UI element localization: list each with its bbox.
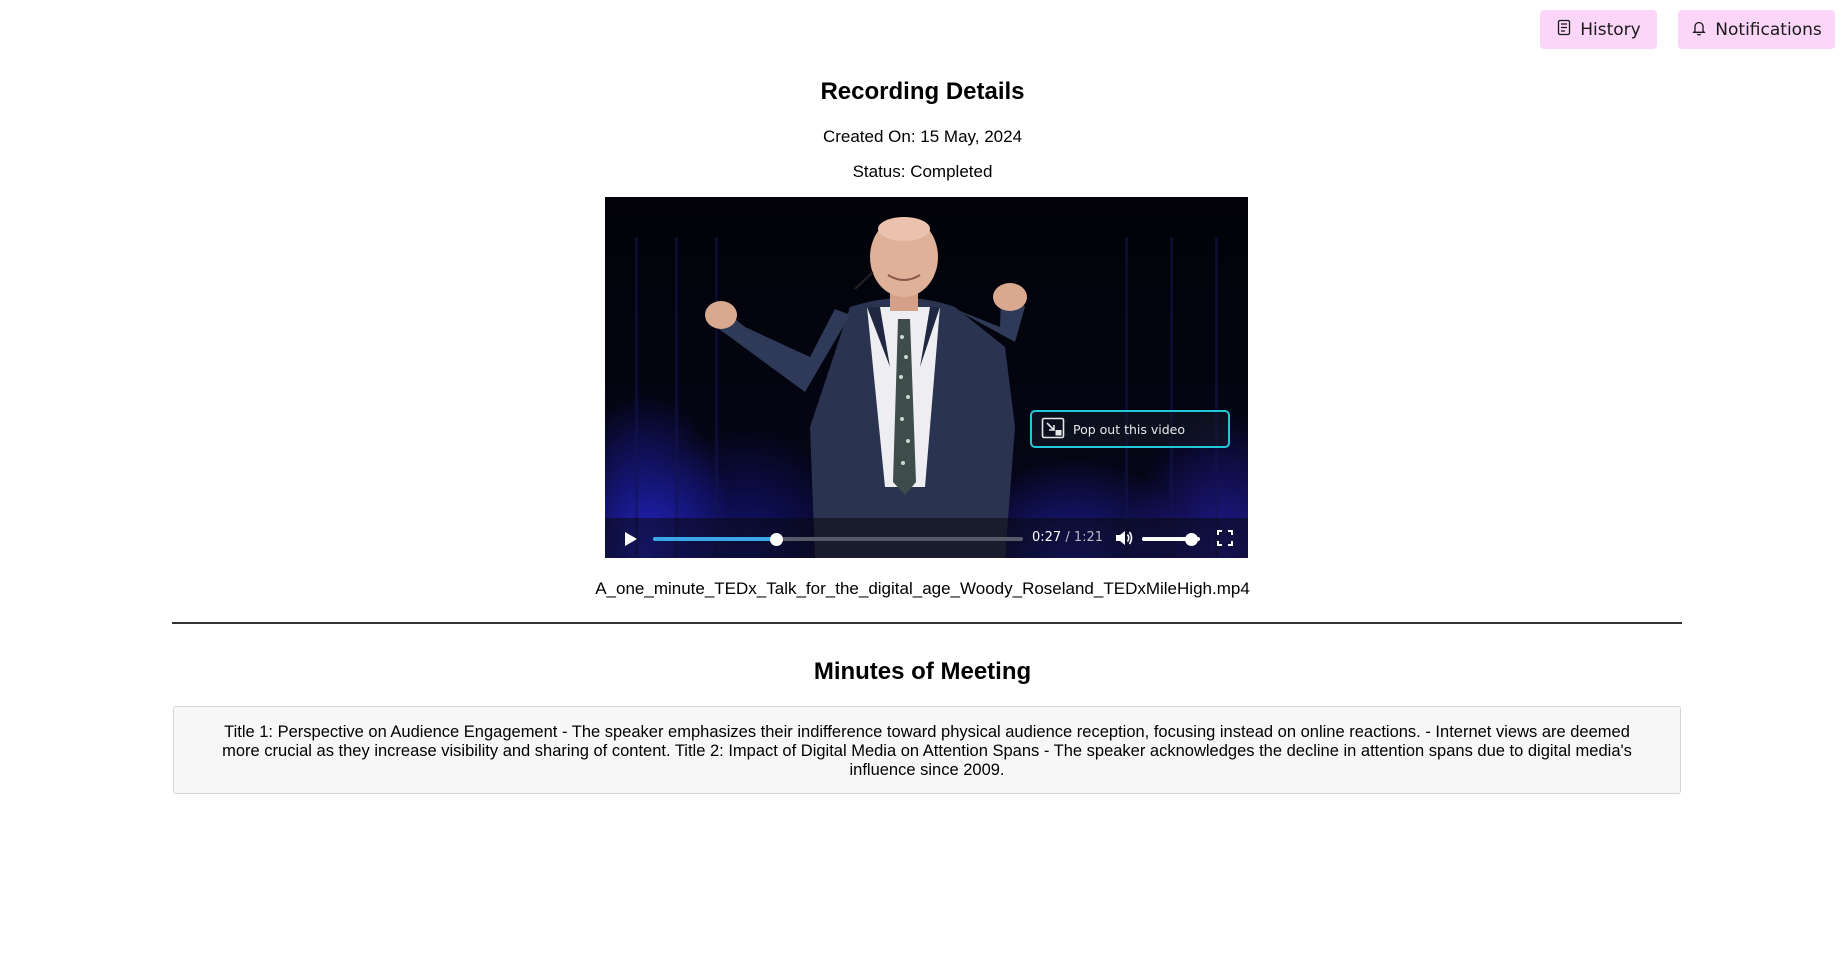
volume-icon[interactable] [1115,529,1134,547]
notifications-label: Notifications [1715,19,1822,40]
page-title: Recording Details [820,78,1025,105]
popout-label: Pop out this video [1073,421,1186,437]
video-filename: A_one_minute_TEDx_Talk_for_the_digital_a… [595,579,1250,598]
time-display: 0:27 / 1:21 [1032,530,1103,545]
minutes-panel: Title 1: Perspective on Audience Engagem… [173,706,1681,794]
history-button[interactable]: History [1540,10,1657,49]
section-divider [172,622,1682,624]
history-icon [1556,19,1572,41]
play-icon[interactable] [621,530,639,548]
notifications-button[interactable]: Notifications [1678,10,1835,49]
top-bar: History Notifications [0,10,1845,50]
seek-progress [653,537,777,541]
minutes-text: Title 1: Perspective on Audience Engagem… [222,723,1632,779]
current-time: 0:27 [1032,530,1062,545]
seek-bar[interactable] [653,533,1023,546]
popout-video-button[interactable]: Pop out this video [1030,410,1230,448]
bell-icon [1691,19,1707,41]
fullscreen-icon[interactable] [1217,530,1233,546]
volume-handle[interactable] [1185,533,1199,546]
video-controls: 0:27 / 1:21 [605,518,1248,558]
video-player[interactable]: Pop out this video 0:27 / 1:21 [605,197,1248,558]
time-separator: / [1065,530,1070,545]
created-on: Created On: 15 May, 2024 [822,127,1023,146]
speaker-figure [705,217,1027,558]
status-text: Status: Completed [852,162,993,181]
popout-icon [1041,417,1065,442]
minutes-title: Minutes of Meeting [813,658,1032,685]
duration: 1:21 [1073,530,1104,545]
volume-slider[interactable] [1142,533,1200,546]
seek-handle[interactable] [770,533,784,546]
history-label: History [1580,19,1641,40]
